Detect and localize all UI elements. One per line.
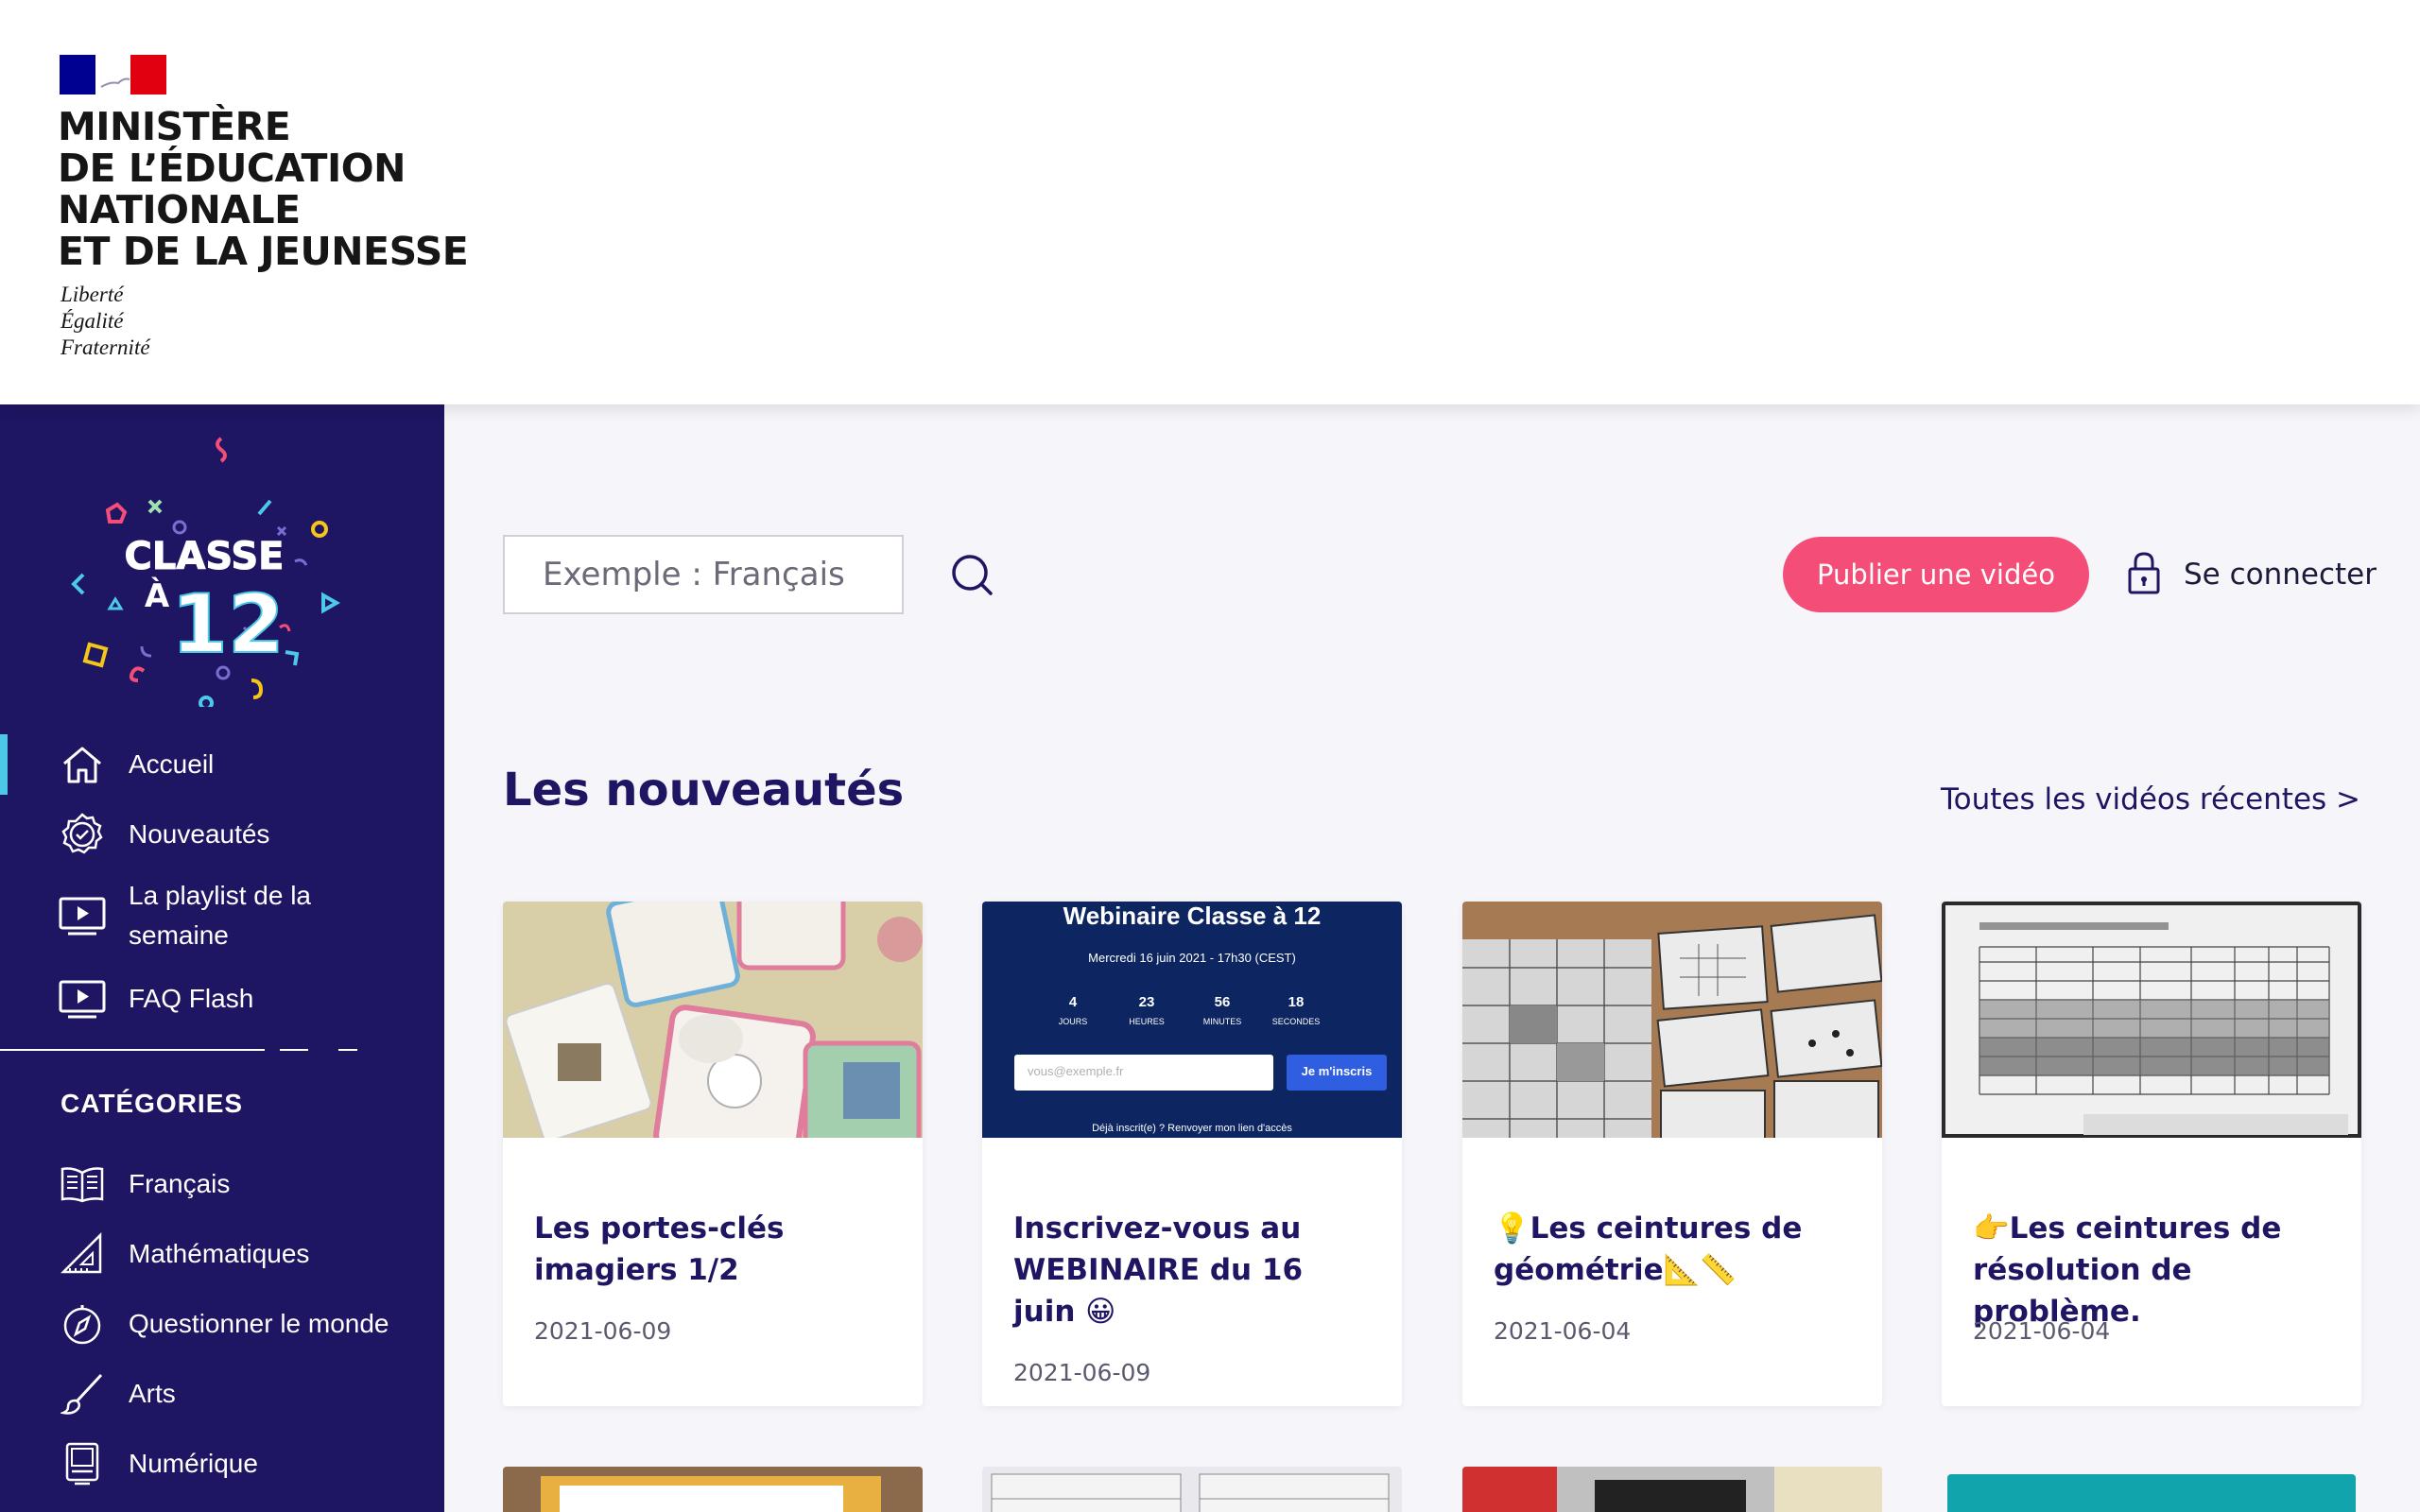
category-francais[interactable]: Français — [0, 1160, 444, 1208]
video-card-partial[interactable] — [1462, 1467, 1882, 1512]
home-icon — [59, 741, 106, 788]
sidebar-divider — [0, 1049, 357, 1051]
category-label: Mathématiques — [129, 1239, 310, 1268]
video-title[interactable]: Les portes-clés imagiers 1/2 — [534, 1208, 894, 1291]
device-icon — [59, 1440, 106, 1487]
video-card[interactable]: Les portes-clés imagiers 1/2 2021-06-09 — [503, 902, 923, 1406]
webinar-email-field: vous@exemple.fr — [1014, 1055, 1273, 1091]
video-card[interactable]: 👉Les ceintures de résolution de problème… — [1942, 902, 2361, 1406]
login-link[interactable]: Se connecter — [2127, 546, 2377, 603]
video-date: 2021-06-09 — [534, 1317, 672, 1345]
logo-text-classe: CLASSE — [125, 535, 285, 578]
set-square-icon — [59, 1230, 106, 1278]
video-card[interactable]: 💡Les ceintures de géométrie📐📏 2021-06-04 — [1462, 902, 1882, 1406]
section-title: Les nouveautés — [503, 764, 905, 816]
book-icon — [59, 1160, 106, 1208]
publish-video-button[interactable]: Publier une vidéo — [1783, 537, 2089, 612]
category-mathematiques[interactable]: Mathématiques — [0, 1230, 444, 1278]
video-date: 2021-06-04 — [1973, 1317, 2111, 1345]
nav-item-playlist[interactable]: La playlist de la semaine — [0, 875, 444, 956]
publish-video-label: Publier une vidéo — [1817, 558, 2055, 591]
play-screen-icon — [59, 975, 106, 1022]
motto-line: Fraternité — [60, 335, 150, 359]
site-header: MINISTÈRE DE L’ÉDUCATION NATIONALE ET DE… — [0, 0, 2420, 404]
category-questionner-le-monde[interactable]: Questionner le monde — [0, 1300, 444, 1348]
nav-label: La playlist de la semaine — [129, 881, 312, 950]
video-date: 2021-06-04 — [1494, 1317, 1632, 1345]
badge-check-icon — [59, 811, 106, 858]
video-thumbnail[interactable]: Webinaire Classe à 12 Mercredi 16 juin 2… — [982, 902, 1402, 1138]
lock-icon — [2127, 550, 2161, 600]
countdown-value: 23 — [1138, 994, 1155, 1010]
countdown-unit: JOURS — [1058, 1017, 1088, 1026]
categories-title: CATÉGORIES — [60, 1089, 244, 1118]
play-screen-icon — [59, 892, 106, 939]
nav-item-nouveautes[interactable]: Nouveautés — [0, 811, 444, 858]
countdown-unit: MINUTES — [1202, 1017, 1242, 1026]
ministry-name: MINISTÈRE DE L’ÉDUCATION NATIONALE ET DE… — [58, 104, 469, 274]
ministry-line: NATIONALE — [58, 187, 301, 232]
countdown-value: 56 — [1214, 994, 1231, 1010]
video-title[interactable]: 💡Les ceintures de géométrie📐📏 — [1494, 1208, 1854, 1291]
video-title[interactable]: 👉Les ceintures de résolution de problème… — [1973, 1208, 2333, 1332]
webinar-register-button: Je m'inscris — [1287, 1055, 1387, 1091]
nav-label: Nouveautés — [129, 819, 270, 849]
video-title[interactable]: Inscrivez-vous au WEBINAIRE du 16 juin 😀 — [1013, 1208, 1374, 1332]
category-arts[interactable]: Arts — [0, 1370, 444, 1418]
motto-line: Égalité — [60, 309, 124, 333]
video-card-partial[interactable] — [1947, 1474, 2356, 1512]
category-numerique[interactable]: Numérique — [0, 1440, 444, 1487]
nav-label: FAQ Flash — [129, 984, 254, 1013]
logo-text-a: À — [145, 576, 170, 615]
motto-line: Liberté — [60, 283, 124, 306]
all-recent-videos-link[interactable]: Toutes les vidéos récentes > — [1941, 782, 2360, 816]
video-card-partial[interactable] — [503, 1467, 923, 1512]
video-thumbnail[interactable] — [1942, 902, 2361, 1138]
search-icon — [945, 555, 998, 605]
marianne-flag-logo[interactable] — [60, 55, 166, 94]
category-label: Numérique — [129, 1449, 258, 1478]
video-card-partial[interactable] — [982, 1467, 1402, 1512]
search-input[interactable] — [503, 535, 904, 614]
webinar-footer: Déjà inscrit(e) ? Renvoyer mon lien d'ac… — [1092, 1123, 1292, 1134]
nav-item-accueil[interactable]: Accueil — [0, 741, 444, 788]
search-button[interactable] — [945, 548, 998, 601]
webinar-subheading: Mercredi 16 juin 2021 - 17h30 (CEST) — [1088, 951, 1296, 965]
brush-icon — [59, 1370, 106, 1418]
login-label: Se connecter — [2184, 558, 2377, 592]
nav-item-faq-flash[interactable]: FAQ Flash — [0, 975, 444, 1022]
sidebar: CLASSE À 12 Accueil Nouveautés La playli… — [0, 404, 444, 1512]
video-date: 2021-06-09 — [1013, 1359, 1151, 1386]
logo-text-12: 12 — [171, 577, 285, 672]
countdown-unit: HEURES — [1129, 1017, 1165, 1026]
category-label: Questionner le monde — [129, 1309, 389, 1338]
countdown-unit: SECONDES — [1271, 1017, 1321, 1026]
category-label: Français — [129, 1169, 231, 1198]
video-card[interactable]: Webinaire Classe à 12 Mercredi 16 juin 2… — [982, 902, 1402, 1406]
ministry-line: ET DE LA JEUNESSE — [58, 229, 469, 274]
countdown-value: 4 — [1068, 994, 1078, 1010]
countdown-value: 18 — [1288, 994, 1305, 1010]
category-label: Arts — [129, 1379, 176, 1408]
compass-icon — [59, 1300, 106, 1348]
webinar-heading: Webinaire Classe à 12 — [1063, 902, 1322, 930]
ministry-line: DE L’ÉDUCATION — [58, 146, 406, 191]
nav-label: Accueil — [129, 749, 215, 779]
classe-a-12-logo[interactable]: CLASSE À 12 — [62, 433, 346, 711]
republic-motto: Liberté Égalité Fraternité — [60, 282, 150, 361]
video-thumbnail[interactable] — [503, 902, 923, 1138]
video-thumbnail[interactable] — [1462, 902, 1882, 1138]
ministry-line: MINISTÈRE — [58, 104, 291, 149]
